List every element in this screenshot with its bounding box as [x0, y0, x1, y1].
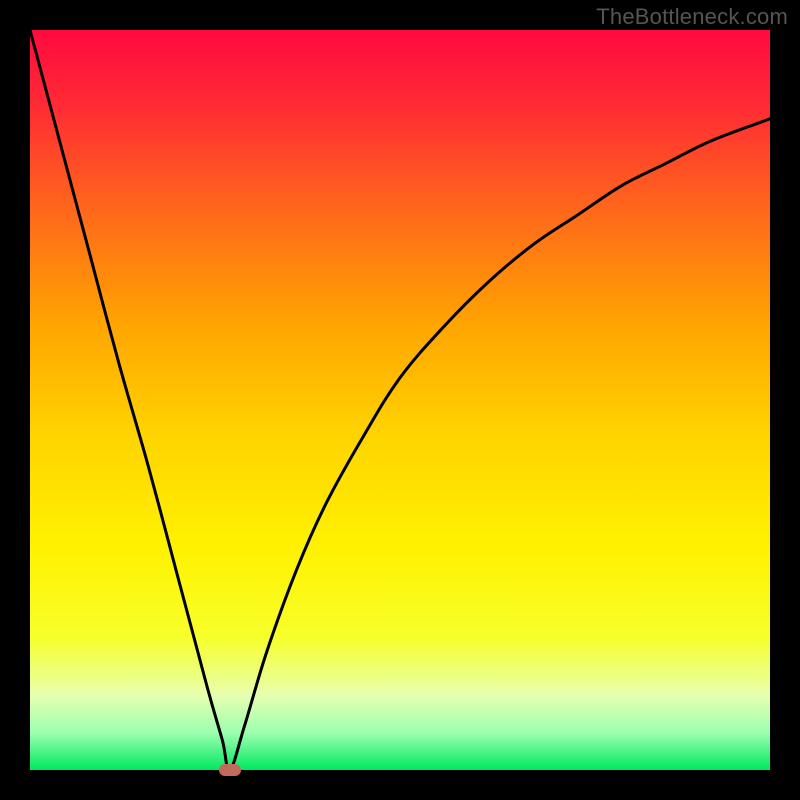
plot-svg — [30, 30, 770, 770]
gradient-background — [30, 30, 770, 770]
chart-frame: TheBottleneck.com — [0, 0, 800, 800]
plot-area — [30, 30, 770, 770]
attribution-text: TheBottleneck.com — [596, 4, 788, 30]
minimum-marker — [219, 764, 241, 776]
